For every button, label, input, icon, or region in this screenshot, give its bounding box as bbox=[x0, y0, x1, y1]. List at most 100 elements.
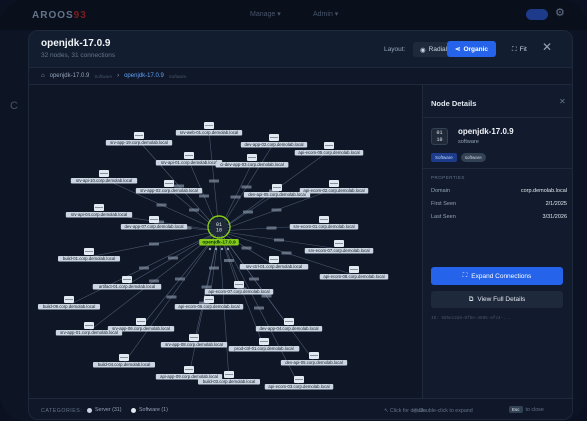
node-label: srv-api-10.corp.demolab.local bbox=[76, 178, 132, 183]
app-window: AROOS93 Manage ▾ Admin ▾ ⚙ C openjdk-17.… bbox=[0, 0, 587, 421]
edge-label-marker bbox=[149, 279, 159, 283]
breadcrumb-current-tag: Software bbox=[168, 73, 187, 79]
node-action-dot[interactable] bbox=[208, 247, 212, 251]
node-label: ci-dev-app-03.corp.demolab.local bbox=[220, 162, 284, 167]
modal-subtitle: 32 nodes, 31 connections bbox=[41, 52, 116, 59]
server-node[interactable]: api-ecom-07.corp.demolab.local bbox=[204, 281, 274, 295]
node-label: srv-app-01.corp.demolab.local bbox=[60, 330, 118, 335]
node-label: build-09.corp.demolab.local bbox=[43, 304, 96, 309]
property-row-first-seen: First Seen 2/1/2025 bbox=[431, 201, 567, 207]
background-sidebar: C bbox=[0, 30, 30, 421]
node-label: prod-ctrl-01.corp.demolab.local bbox=[234, 346, 293, 351]
node-label: build-01.corp.demolab.local bbox=[63, 256, 116, 261]
modal-header: openjdk-17.0.9 32 nodes, 31 connections … bbox=[29, 31, 572, 68]
node-label: srv-app-02.corp.demolab.local bbox=[140, 188, 198, 193]
server-node[interactable]: dev-app-02.corp.demolab.local bbox=[240, 134, 308, 148]
node-label: api-ecom-05.corp.demolab.local bbox=[298, 150, 359, 155]
edge-label-marker bbox=[274, 238, 284, 242]
server-node[interactable]: ci-dev-app-03.corp.demolab.local bbox=[215, 154, 289, 168]
server-node[interactable]: api-ecom-02.corp.demolab.local bbox=[299, 180, 369, 194]
server-node[interactable]: api-app-09.corp.demolab.local bbox=[155, 366, 223, 380]
node-name: openjdk-17.0.9 bbox=[458, 127, 514, 136]
edge-label-marker bbox=[271, 208, 282, 212]
edge-label-marker bbox=[261, 294, 272, 298]
node-label: api-ecom-08.corp.demolab.local bbox=[323, 274, 384, 279]
server-node[interactable]: build-01.corp.demolab.local bbox=[57, 248, 121, 262]
edge-label-marker bbox=[241, 185, 252, 189]
edge-label-marker bbox=[224, 259, 234, 262]
server-node[interactable]: srv-api-04.corp.demolab.local bbox=[65, 204, 133, 218]
node-label: srv-ecom-07.corp.demolab.local bbox=[308, 248, 369, 253]
divider bbox=[423, 168, 572, 169]
organic-layout-button[interactable]: ⋖ Organic bbox=[447, 41, 497, 57]
property-row-domain: Domain corp.demolab.local bbox=[431, 188, 567, 194]
node-label: srv-api-04.corp.demolab.local bbox=[71, 212, 127, 217]
share-icon: ⋖ bbox=[455, 46, 461, 53]
breadcrumb-current: openjdk-17.0.9 bbox=[124, 73, 164, 79]
node-label: build-03.corp.demolab.local bbox=[203, 379, 256, 384]
breadcrumb-root[interactable]: openjdk-17.0.9 bbox=[50, 73, 90, 79]
node-label: api-ecom-07.corp.demolab.local bbox=[208, 289, 269, 294]
edge-label-marker bbox=[281, 251, 292, 255]
server-node[interactable]: api-ecom-08.corp.demolab.local bbox=[319, 266, 389, 280]
server-node[interactable]: build-04.corp.demolab.local bbox=[92, 354, 156, 368]
server-node[interactable]: srv-api-01.corp.demolab.local bbox=[155, 152, 223, 166]
node-action-dot[interactable] bbox=[214, 247, 218, 251]
legend-software[interactable]: Software (1) bbox=[131, 407, 168, 413]
node-label: api-ecom-03.corp.demolab.local bbox=[268, 384, 329, 389]
fit-button[interactable]: ⛶ Fit bbox=[506, 42, 533, 57]
server-node[interactable]: srv-ecom-07.corp.demolab.local bbox=[304, 240, 374, 254]
edge-label-marker bbox=[266, 226, 277, 230]
server-node[interactable]: artifact-01.corp.demolab.local bbox=[92, 276, 162, 290]
node-label: srv-ctrl-01.corp.demolab.local bbox=[246, 264, 302, 269]
server-node[interactable]: dev-api-05.corp.demolab.local bbox=[280, 352, 348, 366]
edge-label-marker bbox=[139, 266, 149, 270]
type-badge: software bbox=[460, 153, 486, 162]
server-dot bbox=[87, 407, 92, 413]
properties-heading: PROPERTIES bbox=[431, 175, 465, 180]
expand-connections-button[interactable]: ⛶ Expand Connections bbox=[431, 267, 563, 285]
node-action-dot[interactable] bbox=[226, 247, 230, 251]
server-node[interactable]: srv-ecom-01.corp.demolab.local bbox=[289, 216, 359, 230]
panel-close-icon[interactable]: ✕ bbox=[559, 97, 566, 106]
hint-double-click: ◷ Double-click to expand bbox=[413, 408, 473, 414]
server-node[interactable]: build-09.corp.demolab.local bbox=[37, 296, 101, 310]
gear-icon[interactable]: ⚙ bbox=[555, 6, 565, 19]
graph-canvas[interactable]: srv-app-19.corp.demolab.local srv-web-01.… bbox=[29, 85, 422, 398]
server-node[interactable]: srv-app-19.corp.demolab.local bbox=[105, 132, 173, 146]
node-label: build-04.corp.demolab.local bbox=[98, 362, 151, 367]
radial-icon: ◉ bbox=[420, 46, 426, 54]
theme-toggle[interactable] bbox=[526, 9, 548, 20]
expand-icon: ⛶ bbox=[462, 272, 468, 279]
server-node[interactable]: api-ecom-03.corp.demolab.local bbox=[264, 376, 334, 390]
node-label: api-ecom-02.corp.demolab.local bbox=[303, 188, 364, 193]
server-node[interactable]: dev-app-04.corp.demolab.local bbox=[255, 318, 323, 332]
node-label: srv-api-01.corp.demolab.local bbox=[161, 160, 217, 165]
close-icon[interactable]: ✕ bbox=[542, 40, 552, 54]
server-node[interactable]: srv-app-08.corp.demolab.local bbox=[160, 334, 228, 348]
server-node[interactable]: api-ecom-06.corp.demolab.local bbox=[174, 296, 244, 310]
legend-server[interactable]: Server (31) bbox=[87, 407, 122, 413]
node-label: dev-api-05.corp.demolab.local bbox=[285, 360, 343, 365]
edge-label-marker bbox=[189, 208, 199, 212]
home-icon[interactable]: ⌂ bbox=[41, 73, 45, 79]
server-node[interactable]: srv-ctrl-01.corp.demolab.local bbox=[239, 256, 309, 270]
server-node[interactable]: prod-ctrl-01.corp.demolab.local bbox=[228, 338, 300, 352]
svg-text:10: 10 bbox=[216, 228, 222, 234]
server-node[interactable]: srv-app-02.corp.demolab.local bbox=[135, 180, 203, 194]
manage-menu[interactable]: Manage ▾ bbox=[250, 10, 281, 18]
node-details-panel: Node Details ✕ 01 10 openjdk-17.0.9 softw… bbox=[422, 85, 572, 398]
node-label: dev-api-05.corp.demolab.local bbox=[248, 192, 306, 197]
breadcrumb-root-tag: Software bbox=[94, 73, 113, 79]
node-label: srv-ecom-01.corp.demolab.local bbox=[293, 224, 354, 229]
view-full-details-button[interactable]: ⧉ View Full Details bbox=[431, 291, 563, 308]
fit-icon: ⛶ bbox=[512, 45, 517, 53]
background-app-bar: AROOS93 Manage ▾ Admin ▾ ⚙ bbox=[0, 0, 587, 30]
graph-svg[interactable]: srv-app-19.corp.demolab.local srv-web-01.… bbox=[29, 85, 422, 398]
node-action-dot[interactable] bbox=[220, 247, 224, 251]
binary-icon: 01 10 bbox=[431, 128, 448, 145]
breadcrumb-separator: › bbox=[117, 73, 120, 79]
admin-menu[interactable]: Admin ▾ bbox=[313, 10, 338, 18]
server-node[interactable]: srv-api-10.corp.demolab.local bbox=[70, 170, 138, 184]
server-node[interactable]: srv-web-01.corp.demolab.local bbox=[175, 122, 243, 136]
